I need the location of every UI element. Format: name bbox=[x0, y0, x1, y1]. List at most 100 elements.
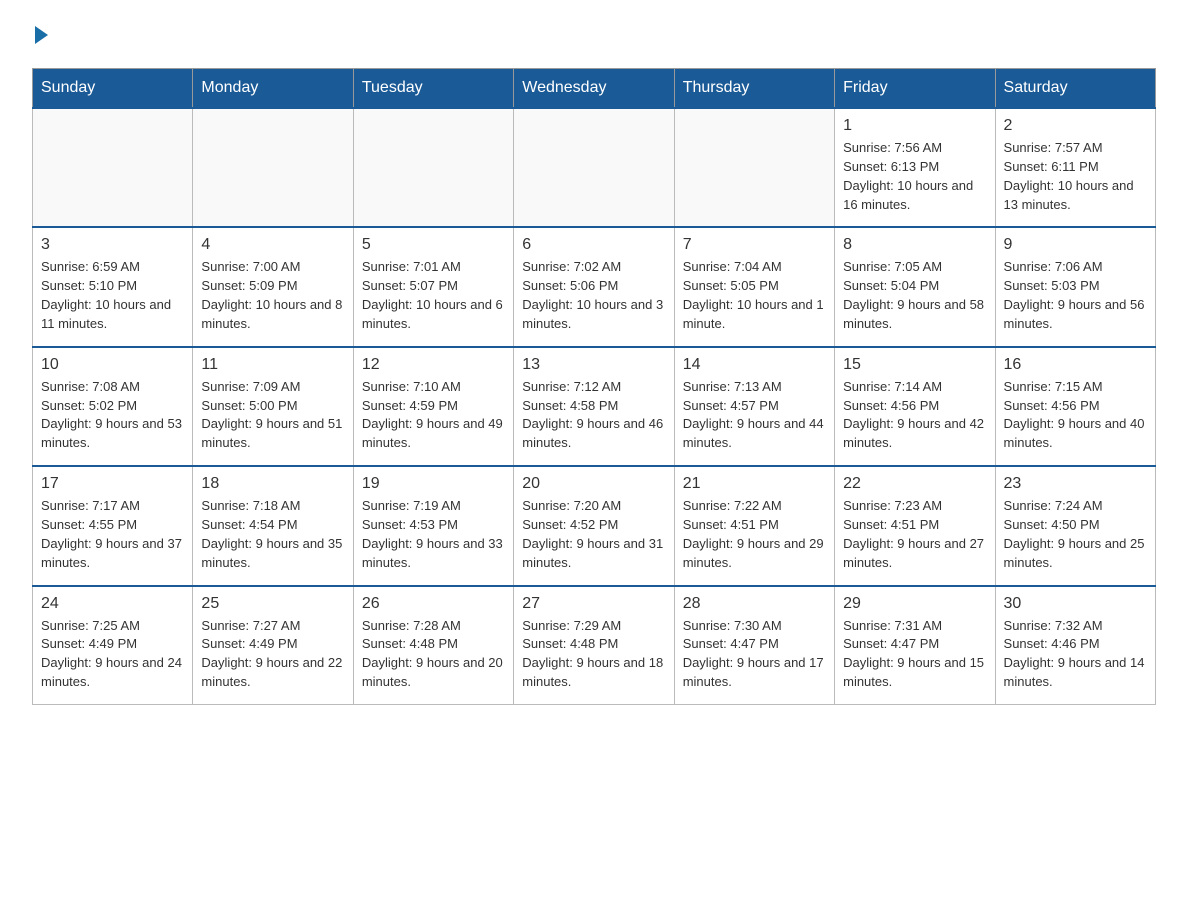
day-info: Sunrise: 7:27 AM Sunset: 4:49 PM Dayligh… bbox=[201, 617, 344, 692]
day-info: Sunrise: 7:22 AM Sunset: 4:51 PM Dayligh… bbox=[683, 497, 826, 572]
calendar-cell: 12Sunrise: 7:10 AM Sunset: 4:59 PM Dayli… bbox=[353, 347, 513, 466]
calendar-cell: 29 Sunrise: 7:31 AM Sunset: 4:47 PM Dayli… bbox=[835, 586, 995, 705]
calendar-cell: 27 Sunrise: 7:29 AM Sunset: 4:48 PM Dayli… bbox=[514, 586, 674, 705]
day-info: Sunrise: 7:12 AM Sunset: 4:58 PM Dayligh… bbox=[522, 378, 665, 453]
day-number: 13 bbox=[522, 356, 665, 374]
calendar-cell: 23Sunrise: 7:24 AM Sunset: 4:50 PM Dayli… bbox=[995, 466, 1155, 585]
day-number: 6 bbox=[522, 236, 665, 254]
calendar-cell: 9 Sunrise: 7:06 AM Sunset: 5:03 PM Daylig… bbox=[995, 227, 1155, 346]
weekday-header-thursday: Thursday bbox=[674, 69, 834, 109]
day-info: Sunrise: 7:29 AM Sunset: 4:48 PM Dayligh… bbox=[522, 617, 665, 692]
calendar-cell bbox=[353, 108, 513, 227]
calendar-week-row: 3 Sunrise: 6:59 AM Sunset: 5:10 PM Daylig… bbox=[33, 227, 1156, 346]
day-info: Sunrise: 7:17 AM Sunset: 4:55 PM Dayligh… bbox=[41, 497, 184, 572]
calendar-cell: 4Sunrise: 7:00 AM Sunset: 5:09 PM Daylig… bbox=[193, 227, 353, 346]
calendar-cell: 30 Sunrise: 7:32 AM Sunset: 4:46 PM Dayli… bbox=[995, 586, 1155, 705]
day-info: Sunrise: 7:08 AM Sunset: 5:02 PM Dayligh… bbox=[41, 378, 184, 453]
calendar-cell: 15 Sunrise: 7:14 AM Sunset: 4:56 PM Dayli… bbox=[835, 347, 995, 466]
day-number: 3 bbox=[41, 236, 184, 254]
weekday-header-sunday: Sunday bbox=[33, 69, 193, 109]
day-info: Sunrise: 6:59 AM Sunset: 5:10 PM Dayligh… bbox=[41, 258, 184, 333]
calendar-cell: 13 Sunrise: 7:12 AM Sunset: 4:58 PM Dayli… bbox=[514, 347, 674, 466]
day-info: Sunrise: 7:24 AM Sunset: 4:50 PM Dayligh… bbox=[1004, 497, 1147, 572]
weekday-header-row: SundayMondayTuesdayWednesdayThursdayFrid… bbox=[33, 69, 1156, 109]
calendar-cell: 21 Sunrise: 7:22 AM Sunset: 4:51 PM Dayli… bbox=[674, 466, 834, 585]
weekday-header-friday: Friday bbox=[835, 69, 995, 109]
calendar-cell: 5Sunrise: 7:01 AM Sunset: 5:07 PM Daylig… bbox=[353, 227, 513, 346]
weekday-header-tuesday: Tuesday bbox=[353, 69, 513, 109]
day-info: Sunrise: 7:28 AM Sunset: 4:48 PM Dayligh… bbox=[362, 617, 505, 692]
calendar-cell: 22 Sunrise: 7:23 AM Sunset: 4:51 PM Dayli… bbox=[835, 466, 995, 585]
day-number: 22 bbox=[843, 475, 986, 493]
calendar-header: SundayMondayTuesdayWednesdayThursdayFrid… bbox=[33, 69, 1156, 109]
day-number: 5 bbox=[362, 236, 505, 254]
day-number: 19 bbox=[362, 475, 505, 493]
weekday-header-monday: Monday bbox=[193, 69, 353, 109]
calendar-cell bbox=[33, 108, 193, 227]
calendar-cell: 11 Sunrise: 7:09 AM Sunset: 5:00 PM Dayli… bbox=[193, 347, 353, 466]
calendar-cell: 26 Sunrise: 7:28 AM Sunset: 4:48 PM Dayli… bbox=[353, 586, 513, 705]
day-number: 26 bbox=[362, 595, 505, 613]
day-number: 20 bbox=[522, 475, 665, 493]
day-info: Sunrise: 7:23 AM Sunset: 4:51 PM Dayligh… bbox=[843, 497, 986, 572]
day-number: 11 bbox=[201, 356, 344, 374]
day-info: Sunrise: 7:14 AM Sunset: 4:56 PM Dayligh… bbox=[843, 378, 986, 453]
day-info: Sunrise: 7:30 AM Sunset: 4:47 PM Dayligh… bbox=[683, 617, 826, 692]
logo-arrow-icon bbox=[35, 26, 48, 44]
day-number: 2 bbox=[1004, 117, 1147, 135]
day-info: Sunrise: 7:19 AM Sunset: 4:53 PM Dayligh… bbox=[362, 497, 505, 572]
day-number: 21 bbox=[683, 475, 826, 493]
day-number: 9 bbox=[1004, 236, 1147, 254]
calendar-cell: 28 Sunrise: 7:30 AM Sunset: 4:47 PM Dayli… bbox=[674, 586, 834, 705]
page-header bbox=[32, 24, 1156, 44]
day-info: Sunrise: 7:32 AM Sunset: 4:46 PM Dayligh… bbox=[1004, 617, 1147, 692]
calendar-week-row: 1Sunrise: 7:56 AM Sunset: 6:13 PM Daylig… bbox=[33, 108, 1156, 227]
day-info: Sunrise: 7:06 AM Sunset: 5:03 PM Dayligh… bbox=[1004, 258, 1147, 333]
calendar-cell bbox=[514, 108, 674, 227]
calendar-week-row: 10 Sunrise: 7:08 AM Sunset: 5:02 PM Dayli… bbox=[33, 347, 1156, 466]
day-info: Sunrise: 7:31 AM Sunset: 4:47 PM Dayligh… bbox=[843, 617, 986, 692]
day-number: 18 bbox=[201, 475, 344, 493]
day-info: Sunrise: 7:57 AM Sunset: 6:11 PM Dayligh… bbox=[1004, 139, 1147, 214]
calendar-cell: 18Sunrise: 7:18 AM Sunset: 4:54 PM Dayli… bbox=[193, 466, 353, 585]
calendar-cell bbox=[674, 108, 834, 227]
weekday-header-saturday: Saturday bbox=[995, 69, 1155, 109]
day-number: 24 bbox=[41, 595, 184, 613]
day-info: Sunrise: 7:05 AM Sunset: 5:04 PM Dayligh… bbox=[843, 258, 986, 333]
day-number: 17 bbox=[41, 475, 184, 493]
day-info: Sunrise: 7:00 AM Sunset: 5:09 PM Dayligh… bbox=[201, 258, 344, 333]
calendar-cell: 20Sunrise: 7:20 AM Sunset: 4:52 PM Dayli… bbox=[514, 466, 674, 585]
calendar-cell: 16 Sunrise: 7:15 AM Sunset: 4:56 PM Dayli… bbox=[995, 347, 1155, 466]
day-number: 28 bbox=[683, 595, 826, 613]
day-info: Sunrise: 7:09 AM Sunset: 5:00 PM Dayligh… bbox=[201, 378, 344, 453]
day-number: 14 bbox=[683, 356, 826, 374]
calendar-cell: 17 Sunrise: 7:17 AM Sunset: 4:55 PM Dayli… bbox=[33, 466, 193, 585]
calendar-cell: 24Sunrise: 7:25 AM Sunset: 4:49 PM Dayli… bbox=[33, 586, 193, 705]
calendar-cell: 14 Sunrise: 7:13 AM Sunset: 4:57 PM Dayli… bbox=[674, 347, 834, 466]
calendar-week-row: 17 Sunrise: 7:17 AM Sunset: 4:55 PM Dayli… bbox=[33, 466, 1156, 585]
day-number: 30 bbox=[1004, 595, 1147, 613]
day-number: 29 bbox=[843, 595, 986, 613]
calendar-cell: 3 Sunrise: 6:59 AM Sunset: 5:10 PM Daylig… bbox=[33, 227, 193, 346]
calendar-week-row: 24Sunrise: 7:25 AM Sunset: 4:49 PM Dayli… bbox=[33, 586, 1156, 705]
calendar-cell: 10 Sunrise: 7:08 AM Sunset: 5:02 PM Dayli… bbox=[33, 347, 193, 466]
day-info: Sunrise: 7:04 AM Sunset: 5:05 PM Dayligh… bbox=[683, 258, 826, 333]
logo bbox=[32, 24, 48, 44]
day-number: 12 bbox=[362, 356, 505, 374]
calendar-cell bbox=[193, 108, 353, 227]
calendar-cell: 8 Sunrise: 7:05 AM Sunset: 5:04 PM Daylig… bbox=[835, 227, 995, 346]
day-number: 16 bbox=[1004, 356, 1147, 374]
day-info: Sunrise: 7:15 AM Sunset: 4:56 PM Dayligh… bbox=[1004, 378, 1147, 453]
day-info: Sunrise: 7:13 AM Sunset: 4:57 PM Dayligh… bbox=[683, 378, 826, 453]
calendar-cell: 2 Sunrise: 7:57 AM Sunset: 6:11 PM Daylig… bbox=[995, 108, 1155, 227]
day-number: 15 bbox=[843, 356, 986, 374]
day-number: 10 bbox=[41, 356, 184, 374]
calendar-cell: 1Sunrise: 7:56 AM Sunset: 6:13 PM Daylig… bbox=[835, 108, 995, 227]
day-number: 8 bbox=[843, 236, 986, 254]
day-info: Sunrise: 7:56 AM Sunset: 6:13 PM Dayligh… bbox=[843, 139, 986, 214]
day-number: 27 bbox=[522, 595, 665, 613]
day-number: 7 bbox=[683, 236, 826, 254]
calendar-body: 1Sunrise: 7:56 AM Sunset: 6:13 PM Daylig… bbox=[33, 108, 1156, 704]
day-number: 25 bbox=[201, 595, 344, 613]
calendar-cell: 7 Sunrise: 7:04 AM Sunset: 5:05 PM Daylig… bbox=[674, 227, 834, 346]
